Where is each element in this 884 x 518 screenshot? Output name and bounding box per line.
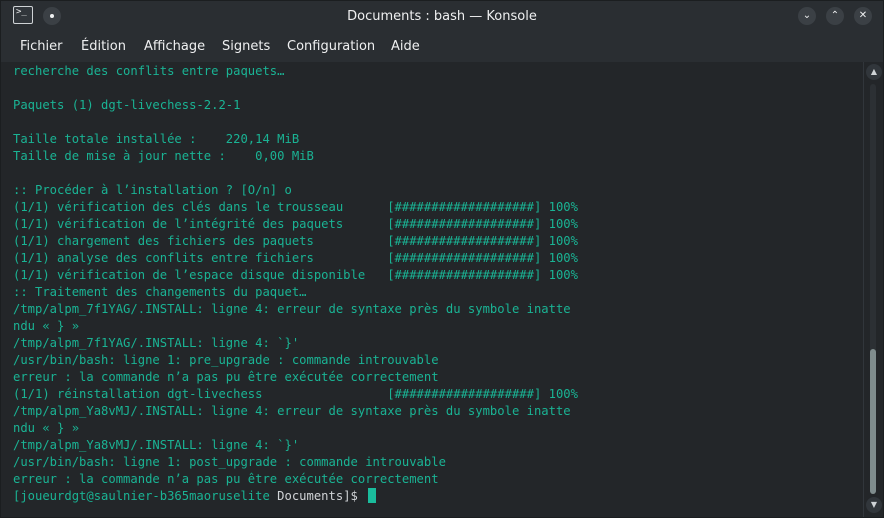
terminal-line: /tmp/alpm_Ya8vMJ/.INSTALL: ligne 4: `}' bbox=[13, 438, 300, 452]
menu-fichier[interactable]: Fichier bbox=[20, 32, 63, 62]
terminal-line: Paquets (1) dgt-livechess-2.2-1 bbox=[13, 98, 241, 112]
menu-edition[interactable]: Édition bbox=[81, 32, 126, 62]
terminal-line: erreur : la commande n’a pas pu être exé… bbox=[13, 370, 439, 384]
scroll-down-button[interactable]: ▼ bbox=[866, 497, 882, 513]
konsole-window: >_ Documents : bash — Konsole ⌄ ⌃ ✕ Fich… bbox=[0, 0, 884, 518]
prompt-suffix: ]$ bbox=[343, 489, 358, 503]
terminal-line: :: Procéder à l’installation ? [O/n] o bbox=[13, 183, 292, 197]
terminal-output[interactable]: recherche des conflits entre paquets… Pa… bbox=[1, 62, 863, 517]
terminal-line: /tmp/alpm_7f1YAG/.INSTALL: ligne 4: erre… bbox=[13, 302, 571, 316]
terminal-line: Taille de mise à jour nette : 0,00 MiB bbox=[13, 149, 314, 163]
close-button[interactable]: ✕ bbox=[854, 7, 872, 25]
terminal-line: (1/1) vérification des clés dans le trou… bbox=[13, 200, 578, 214]
terminal-line: /tmp/alpm_Ya8vMJ/.INSTALL: ligne 4: erre… bbox=[13, 404, 571, 418]
menu-aide[interactable]: Aide bbox=[391, 32, 420, 62]
terminal-line: (1/1) vérification de l’intégrité des pa… bbox=[13, 217, 578, 231]
terminal-line: (1/1) analyse des conflits entre fichier… bbox=[13, 251, 578, 265]
terminal-line: (1/1) chargement des fichiers des paquet… bbox=[13, 234, 578, 248]
prompt-user-host: [joueurdgt@saulnier-b365maoruselite bbox=[13, 489, 270, 503]
vertical-scrollbar[interactable]: ▲ ▼ bbox=[863, 62, 883, 517]
shell-prompt[interactable]: [joueurdgt@saulnier-b365maoruselite Docu… bbox=[13, 488, 376, 505]
menu-affichage[interactable]: Affichage bbox=[144, 32, 205, 62]
title-bar[interactable]: >_ Documents : bash — Konsole ⌄ ⌃ ✕ bbox=[1, 1, 883, 32]
chevron-down-icon: ⌄ bbox=[802, 10, 812, 21]
close-icon: ✕ bbox=[858, 10, 868, 21]
terminal-line: Taille totale installée : 220,14 MiB bbox=[13, 132, 300, 146]
chevron-up-icon: ⌃ bbox=[830, 10, 840, 21]
minimize-button[interactable]: ⌄ bbox=[798, 7, 816, 25]
terminal-line: /usr/bin/bash: ligne 1: pre_upgrade : co… bbox=[13, 353, 439, 367]
menu-bar: Fichier Édition Affichage Signets Config… bbox=[1, 32, 883, 62]
arrow-down-icon: ▼ bbox=[870, 500, 878, 509]
terminal-line: ndu « } » bbox=[13, 319, 80, 333]
scroll-track[interactable] bbox=[870, 84, 876, 494]
terminal-line: (1/1) réinstallation dgt-livechess [####… bbox=[13, 387, 578, 401]
window-title: Documents : bash — Konsole bbox=[347, 9, 537, 24]
terminal-line: /tmp/alpm_7f1YAG/.INSTALL: ligne 4: `}' bbox=[13, 336, 300, 350]
menu-configuration[interactable]: Configuration bbox=[287, 32, 375, 62]
maximize-button[interactable]: ⌃ bbox=[826, 7, 844, 25]
terminal-line: recherche des conflits entre paquets… bbox=[13, 64, 285, 78]
menu-signets[interactable]: Signets bbox=[222, 32, 270, 62]
terminal-line: (1/1) vérification de l’espace disque di… bbox=[13, 268, 578, 282]
text-cursor bbox=[367, 488, 376, 503]
terminal-line: :: Traitement des changements du paquet… bbox=[13, 285, 307, 299]
scroll-up-button[interactable]: ▲ bbox=[866, 64, 882, 80]
terminal-line: erreur : la commande n’a pas pu être exé… bbox=[13, 472, 439, 486]
scroll-thumb[interactable] bbox=[870, 349, 876, 494]
terminal-line: /usr/bin/bash: ligne 1: post_upgrade : c… bbox=[13, 455, 446, 469]
terminal-line: ndu « } » bbox=[13, 421, 80, 435]
prompt-directory: Documents bbox=[277, 489, 344, 503]
arrow-up-icon: ▲ bbox=[870, 67, 878, 76]
